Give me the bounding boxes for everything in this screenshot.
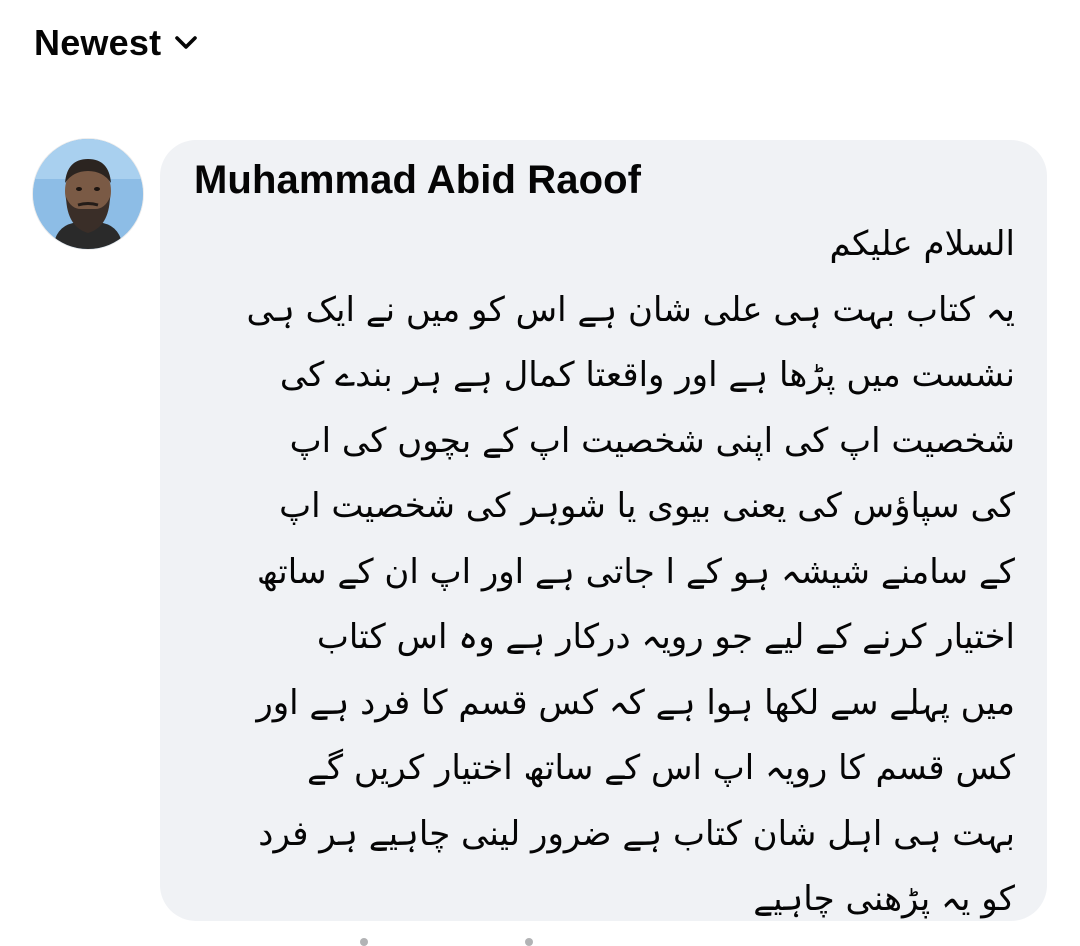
comment-line: شخصیت اپ کی اپنی شخصیت اپ کے بچوں کی اپ	[289, 420, 1015, 461]
cut-off-action-dot	[525, 938, 533, 946]
cut-off-action-dot	[360, 938, 368, 946]
comment-body: السلام علیکم یہ کتاب بہت ہی علی شان ہے ا…	[195, 212, 1015, 933]
comment-line: السلام علیکم	[829, 224, 1016, 264]
comment-author-name[interactable]: Muhammad Abid Raoof	[194, 158, 641, 203]
comment-line: کے سامنے شیشہ ہو کے ا جاتی ہے اور اپ ان …	[256, 551, 1015, 592]
comment-line: بہت ہی اہل شان کتاب ہے ضرور لینی چاہیے ہ…	[258, 813, 1015, 854]
comment-line: اختیار کرنے کے لیے جو رویہ درکار ہے وہ ا…	[316, 617, 1015, 657]
comment-line: یہ کتاب بہت ہی علی شان ہے اس کو میں نے ا…	[246, 289, 1015, 330]
comment-line: میں پہلے سے لکھا ہوا ہے کہ کس قسم کا فرد…	[256, 682, 1015, 723]
chevron-down-icon	[173, 30, 199, 56]
sort-label: Newest	[34, 22, 162, 63]
comment-line: نشست میں پڑھا ہے اور واقعتا کمال ہے ہر ب…	[279, 355, 1015, 395]
comment-line: کس قسم کا رویہ اپ اس کے ساتھ اختیار کریں…	[306, 748, 1015, 788]
sort-dropdown[interactable]: Newest	[34, 22, 199, 64]
comment-line: کو یہ پڑھنی چاہیے	[753, 879, 1015, 919]
avatar[interactable]	[33, 139, 143, 249]
comment-bubble: Muhammad Abid Raoof السلام علیکم یہ کتاب…	[160, 140, 1047, 921]
comment-line: کی سپاؤس کی یعنی بیوی یا شوہر کی شخصیت ا…	[279, 486, 1015, 526]
